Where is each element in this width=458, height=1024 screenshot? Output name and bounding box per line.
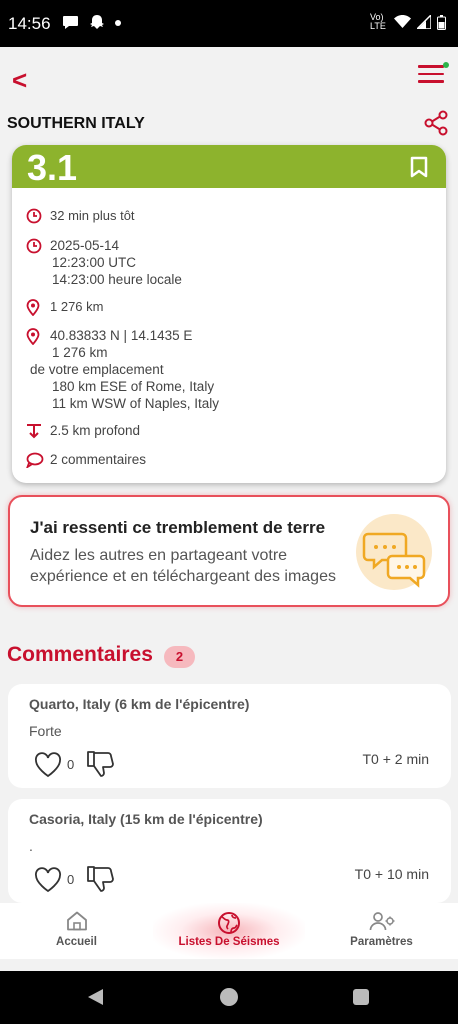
share-icon[interactable] [424, 110, 448, 136]
nav-earthquake-lists[interactable]: Listes De Séismes [153, 903, 305, 959]
menu-line [418, 65, 444, 68]
event-date: 2025-05-14 [50, 238, 120, 253]
battery-icon [437, 14, 446, 30]
relative-time: 32 min plus tôt [50, 208, 135, 223]
wifi-icon [394, 15, 411, 28]
app-bar: < [0, 47, 458, 105]
status-bar: 14:56 Vo) LTE [0, 0, 458, 47]
comment-time: T0 + 2 min [362, 751, 429, 767]
comment-location: Quarto, Italy (6 km de l'épicentre) [29, 696, 250, 712]
menu-button[interactable] [418, 62, 449, 85]
coordinates: 40.83833 N | 14.1435 E [50, 328, 193, 343]
location-pin-icon [26, 328, 40, 345]
comment-card: Quarto, Italy (6 km de l'épicentre) Fort… [8, 684, 451, 788]
magnitude-bar: 3.1 [12, 145, 446, 188]
distance-row: 1 276 km [26, 298, 104, 316]
bottom-navigation: Accueil Listes De Séismes Paramètres [0, 903, 458, 959]
comment-text: Forte [29, 723, 62, 739]
nav-settings-label: Paramètres [350, 936, 413, 948]
chat-bubbles-icon [356, 514, 432, 590]
depth: 2.5 km profond [50, 423, 141, 438]
from-location-label: de votre emplacement [30, 362, 164, 377]
network-label: Vo) LTE [370, 12, 386, 31]
like-count: 0 [67, 872, 75, 887]
nav-earthquake-lists-label: Listes De Séismes [178, 936, 280, 948]
depth-row: 2.5 km profond [26, 422, 140, 439]
comment-time: T0 + 10 min [354, 866, 429, 882]
status-time: 14:56 [8, 14, 51, 33]
distance: 1 276 km [50, 299, 104, 314]
user-settings-icon [369, 912, 394, 931]
home-icon [66, 911, 87, 931]
notification-icons [62, 14, 121, 31]
nav-home[interactable]: Accueil [0, 903, 153, 959]
like-count: 0 [67, 757, 75, 772]
depth-arrow-icon [27, 424, 41, 439]
thumbs-down-icon[interactable] [86, 750, 116, 778]
felt-title: J'ai ressenti ce tremblement de terre [30, 518, 326, 537]
comments-count-badge: 2 [164, 646, 195, 668]
magnitude-value: 3.1 [27, 147, 78, 188]
heart-icon[interactable] [34, 867, 62, 893]
distance-from-you: 1 276 km [52, 345, 108, 360]
nav-home-label: Accueil [56, 936, 97, 948]
comments-heading: Commentaires [7, 643, 153, 666]
clock-icon [26, 208, 42, 224]
nearby-place-1: 180 km ESE of Rome, Italy [52, 379, 215, 394]
location-pin-icon [26, 299, 40, 316]
earthquake-card: 3.1 32 min plus tôt 2025-05-14 12:23:00 … [12, 145, 446, 483]
heart-icon[interactable] [34, 752, 62, 778]
comment-location: Casoria, Italy (15 km de l'épicentre) [29, 811, 263, 827]
system-icons: Vo) LTE [370, 13, 446, 31]
system-recents-icon[interactable] [353, 989, 369, 1005]
comments-count: 2 commentaires [50, 452, 147, 467]
comments-count-row[interactable]: 2 commentaires [26, 451, 146, 468]
time-row: 2025-05-14 12:23:00 UTC 14:23:00 heure l… [26, 237, 182, 288]
signal-icon [417, 15, 431, 29]
thumbs-down-icon[interactable] [86, 865, 116, 893]
comment-card: Casoria, Italy (15 km de l'épicentre) . … [8, 799, 451, 903]
notification-dot [443, 62, 449, 68]
menu-line [418, 72, 444, 75]
chat-bubble-icon [63, 16, 78, 29]
system-home-icon[interactable] [220, 988, 238, 1006]
comment-icon [26, 452, 44, 468]
menu-line [418, 80, 444, 83]
region-title: SOUTHERN ITALY [7, 115, 145, 132]
location-row: 40.83833 N | 14.1435 E 1 276 km de votre… [26, 327, 219, 412]
ghost-icon [90, 15, 104, 29]
local-time: 14:23:00 heure locale [52, 272, 182, 287]
system-navigation-bar [0, 971, 458, 1024]
relative-time-row: 32 min plus tôt [26, 207, 135, 224]
utc-time: 12:23:00 UTC [52, 255, 137, 270]
clock-icon [26, 238, 42, 254]
system-back-icon[interactable] [88, 989, 103, 1005]
comment-text: . [29, 838, 33, 854]
dot-icon [115, 19, 121, 26]
globe-icon [218, 912, 240, 934]
back-button[interactable]: < [12, 65, 27, 96]
nav-settings[interactable]: Paramètres [305, 903, 458, 959]
bookmark-icon[interactable] [410, 156, 428, 178]
felt-earthquake-card[interactable]: J'ai ressenti ce tremblement de terre Ai… [8, 495, 450, 607]
nearby-place-2: 11 km WSW of Naples, Italy [52, 396, 220, 411]
felt-description: Aidez les autres en partageant votre exp… [30, 547, 336, 585]
